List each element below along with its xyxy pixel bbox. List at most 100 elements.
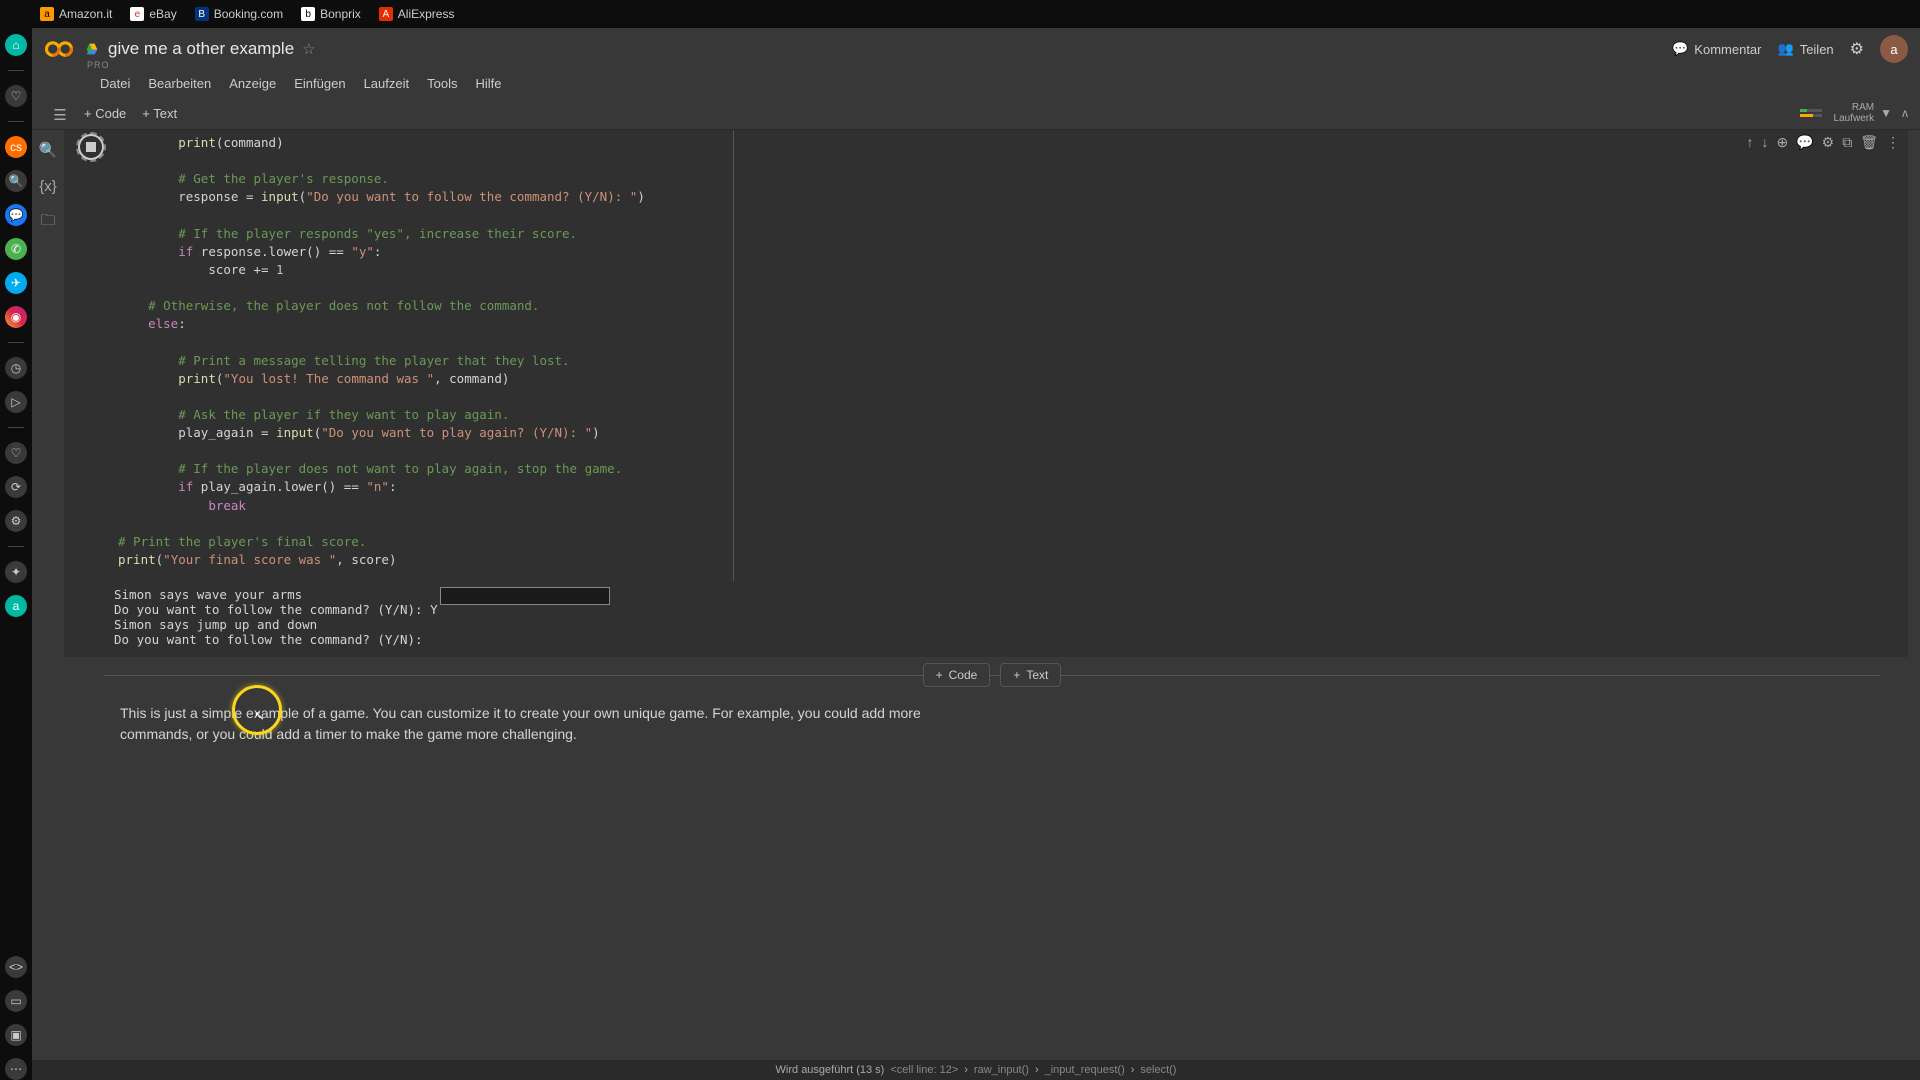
share-icon: 👥 xyxy=(1778,41,1794,57)
star-icon[interactable]: ☆ xyxy=(302,40,315,58)
booking-icon: B xyxy=(195,7,209,21)
user-avatar[interactable]: a xyxy=(1880,35,1908,63)
insert-text-label: Text xyxy=(1026,668,1048,682)
doc-title-text: give me a other example xyxy=(108,39,294,59)
bookmark-label: AliExpress xyxy=(398,7,455,21)
left-tool-rail: 🔍 {x} 🗀 xyxy=(32,130,64,1080)
comment-cell-icon[interactable]: 💬 xyxy=(1796,134,1813,151)
gear-rail-icon[interactable]: ⚙ xyxy=(5,510,27,532)
toolbar: ☰ + Code + Text RAM Laufwerk ▼ xyxy=(32,97,1920,130)
variables-icon[interactable]: {x} xyxy=(38,176,58,196)
menu-anzeige[interactable]: Anzeige xyxy=(229,76,276,91)
colab-app: give me a other example ☆ 💬 Kommentar 👥 Te… xyxy=(32,28,1920,1080)
cell-toolbar: ↑ ↓ ⊕ 💬 ⚙ ⧉ 🗑 ⋮ xyxy=(1746,134,1900,151)
gear-icon[interactable]: ⚙ xyxy=(1850,39,1864,59)
heart-outline-icon[interactable]: ♡ xyxy=(5,85,27,107)
add-code-button[interactable]: + Code xyxy=(76,102,134,125)
browser-bookmark-bar: a Amazon.it eeBay B Booking.com b Bonprix A… xyxy=(0,0,1920,28)
wand-icon[interactable]: ✦ xyxy=(5,561,27,583)
comment-button[interactable]: 💬 Kommentar xyxy=(1672,41,1761,57)
status-crumb: <cell line: 12> xyxy=(890,1064,958,1076)
terminal-rail-icon[interactable]: ▣ xyxy=(5,1024,27,1046)
code-cell[interactable]: ↑ ↓ ⊕ 💬 ⚙ ⧉ 🗑 ⋮ xyxy=(64,130,1908,657)
home-icon[interactable]: ⌂ xyxy=(5,34,27,56)
panel-icon[interactable]: ▭ xyxy=(5,990,27,1012)
avatar-rail-icon[interactable]: a xyxy=(5,595,27,617)
add-text-button[interactable]: + Text xyxy=(134,102,185,125)
messenger-icon[interactable]: 💬 xyxy=(5,204,27,226)
menu-datei[interactable]: Datei xyxy=(100,76,130,91)
document-title[interactable]: give me a other example ☆ xyxy=(84,39,316,59)
stdin-input[interactable] xyxy=(440,587,610,605)
insert-text-button[interactable]: + Text xyxy=(1000,663,1061,687)
disk-label: Laufwerk xyxy=(1834,113,1875,124)
drive-icon xyxy=(84,41,100,57)
play-icon[interactable]: ▷ xyxy=(5,391,27,413)
menu-einfuegen[interactable]: Einfügen xyxy=(294,76,345,91)
collapse-up-icon[interactable]: ʌ xyxy=(1902,106,1908,120)
menu-bar: Datei Bearbeiten Anzeige Einfügen Laufze… xyxy=(44,70,1908,97)
heart-icon[interactable]: ♡ xyxy=(5,442,27,464)
bookmark-bonprix[interactable]: b Bonprix xyxy=(301,7,361,21)
colab-logo-icon xyxy=(44,34,74,64)
telegram-icon[interactable]: ✈ xyxy=(5,272,27,294)
run-cell-button[interactable] xyxy=(78,134,104,160)
refresh-icon[interactable]: ⟳ xyxy=(5,476,27,498)
insert-code-button[interactable]: + Code xyxy=(923,663,991,687)
comment-label: Kommentar xyxy=(1694,42,1761,57)
share-label: Teilen xyxy=(1800,42,1834,57)
bookmark-booking[interactable]: B Booking.com xyxy=(195,7,283,21)
insert-cell-bar: + Code + Text xyxy=(64,657,1920,693)
move-up-icon[interactable]: ↑ xyxy=(1746,134,1753,151)
aliexpress-icon: A xyxy=(379,7,393,21)
bookmark-label: Booking.com xyxy=(214,7,283,21)
files-icon[interactable]: 🗀 xyxy=(38,212,58,232)
clock-icon[interactable]: ◷ xyxy=(5,357,27,379)
menu-tools[interactable]: Tools xyxy=(427,76,457,91)
text-cell[interactable]: This is just a simple example of a game.… xyxy=(64,693,964,765)
status-crumb: _input_request() xyxy=(1045,1064,1125,1076)
bonprix-icon: b xyxy=(301,7,315,21)
menu-laufzeit[interactable]: Laufzeit xyxy=(364,76,410,91)
insert-code-label: Code xyxy=(949,668,978,682)
spinner-icon xyxy=(76,132,106,162)
link-icon[interactable]: ⊕ xyxy=(1776,134,1788,151)
comment-icon: 💬 xyxy=(1672,41,1688,57)
code-icon[interactable]: <> xyxy=(5,956,27,978)
status-bar: Wird ausgeführt (13 s) <cell line: 12>› … xyxy=(32,1060,1920,1080)
ram-label: RAM xyxy=(1852,102,1874,113)
status-crumb: raw_input() xyxy=(974,1064,1029,1076)
plus-icon: + xyxy=(936,668,943,682)
share-button[interactable]: 👥 Teilen xyxy=(1778,41,1834,57)
colab-header: give me a other example ☆ 💬 Kommentar 👥 Te… xyxy=(32,28,1920,97)
bookmark-label: eBay xyxy=(149,7,176,21)
code-editor[interactable]: print(command) # Get the player's respon… xyxy=(114,130,734,581)
delete-cell-icon[interactable]: 🗑 xyxy=(1860,134,1878,151)
bookmark-aliexpress[interactable]: A AliExpress xyxy=(379,7,455,21)
whatsapp-icon[interactable]: ✆ xyxy=(5,238,27,260)
menu-hilfe[interactable]: Hilfe xyxy=(475,76,501,91)
ebay-icon: e xyxy=(130,7,144,21)
amazon-icon: a xyxy=(40,7,54,21)
instagram-icon[interactable]: ◉ xyxy=(5,306,27,328)
move-down-icon[interactable]: ↓ xyxy=(1761,134,1768,151)
resource-bars xyxy=(1800,109,1822,117)
more-icon[interactable]: ⋯ xyxy=(5,1058,27,1080)
mirror-icon[interactable]: ⧉ xyxy=(1842,134,1852,151)
bookmark-label: Amazon.it xyxy=(59,7,112,21)
bookmark-amazon[interactable]: a Amazon.it xyxy=(40,7,112,21)
menu-bearbeiten[interactable]: Bearbeiten xyxy=(148,76,211,91)
resource-dropdown-icon[interactable]: ▼ xyxy=(1880,106,1892,120)
opera-sidebar: ⌂ ♡ cs 🔍 💬 ✆ ✈ ◉ ◷ ▷ ♡ ⟳ ⚙ ✦ a <> ▭ ▣ ⋯ xyxy=(0,28,32,1080)
more-cell-icon[interactable]: ⋮ xyxy=(1886,134,1900,151)
find-icon[interactable]: 🔍 xyxy=(38,140,58,160)
settings-cell-icon[interactable]: ⚙ xyxy=(1822,134,1835,151)
status-running: Wird ausgeführt (13 s) xyxy=(776,1064,885,1076)
bookmark-label: Bonprix xyxy=(320,7,361,21)
cs-icon[interactable]: cs xyxy=(5,136,27,158)
plus-icon: + xyxy=(1013,668,1020,682)
search-icon[interactable]: 🔍 xyxy=(5,170,27,192)
bookmark-ebay[interactable]: eeBay xyxy=(130,7,176,21)
status-crumb: select() xyxy=(1140,1064,1176,1076)
toc-icon[interactable]: ☰ xyxy=(50,105,70,125)
